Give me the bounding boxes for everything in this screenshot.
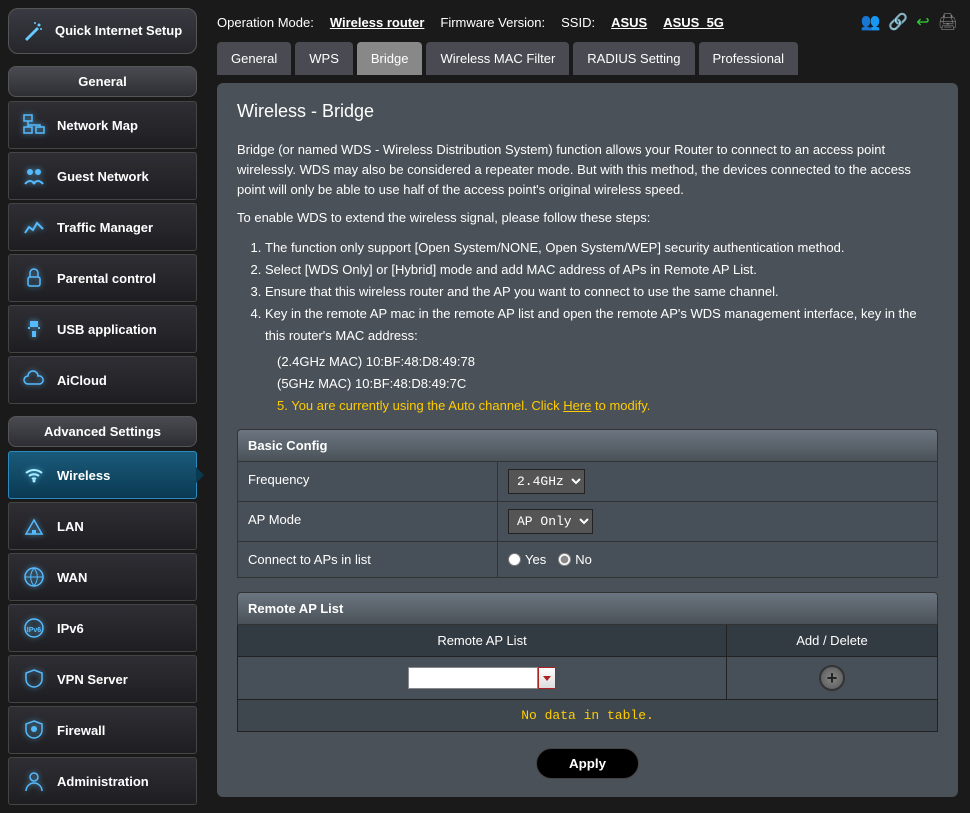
quick-internet-setup[interactable]: Quick Internet Setup xyxy=(8,8,197,54)
nav-label: IPv6 xyxy=(57,621,84,636)
nav-label: Wireless xyxy=(57,468,110,483)
usb-icon[interactable]: ↩ xyxy=(916,12,929,32)
tab-general[interactable]: General xyxy=(217,42,291,75)
auto-channel-warning: 5. You are currently using the Auto chan… xyxy=(277,395,938,417)
add-delete-col: Add / Delete xyxy=(727,625,937,656)
ssid-label: SSID: xyxy=(561,15,595,30)
nav-administration[interactable]: Administration xyxy=(8,757,197,805)
basic-config-header: Basic Config xyxy=(237,429,938,462)
frequency-select[interactable]: 2.4GHz xyxy=(508,469,585,494)
remote-ap-dropdown[interactable] xyxy=(538,667,556,689)
firewall-icon xyxy=(21,717,47,743)
tabs: General WPS Bridge Wireless MAC Filter R… xyxy=(217,42,958,75)
nav-wan[interactable]: WAN xyxy=(8,553,197,601)
mac-24: (2.4GHz MAC) 10:BF:48:D8:49:78 xyxy=(277,351,938,373)
nav-label: AiCloud xyxy=(57,373,107,388)
link-icon[interactable]: 🔗 xyxy=(888,12,908,32)
user-icon[interactable]: 👥 xyxy=(860,12,880,32)
mac-5: (5GHz MAC) 10:BF:48:D8:49:7C xyxy=(277,373,938,395)
nav-ipv6[interactable]: IPv6 IPv6 xyxy=(8,604,197,652)
ssid1[interactable]: ASUS xyxy=(611,15,647,30)
nav-label: Firewall xyxy=(57,723,105,738)
no-data-message: No data in table. xyxy=(237,700,938,732)
op-mode-label: Operation Mode: xyxy=(217,15,314,30)
guest-network-icon xyxy=(21,163,47,189)
panel-desc1: Bridge (or named WDS - Wireless Distribu… xyxy=(237,140,938,200)
step-2: Select [WDS Only] or [Hybrid] mode and a… xyxy=(265,259,938,281)
vpn-server-icon xyxy=(21,666,47,692)
nav-firewall[interactable]: Firewall xyxy=(8,706,197,754)
ap-mode-select[interactable]: AP Only xyxy=(508,509,593,534)
step-3: Ensure that this wireless router and the… xyxy=(265,281,938,303)
printer-icon[interactable]: 🖨 xyxy=(938,12,958,32)
ssid2[interactable]: ASUS_5G xyxy=(663,15,724,30)
nav-parental-control[interactable]: Parental control xyxy=(8,254,197,302)
usb-application-icon xyxy=(21,316,47,342)
nav-vpn-server[interactable]: VPN Server xyxy=(8,655,197,703)
nav-label: LAN xyxy=(57,519,84,534)
remote-ap-header: Remote AP List xyxy=(237,592,938,625)
remote-ap-input[interactable] xyxy=(408,667,538,689)
apply-button[interactable]: Apply xyxy=(536,748,639,779)
tab-bridge[interactable]: Bridge xyxy=(357,42,423,75)
svg-text:IPv6: IPv6 xyxy=(27,627,42,634)
step-4: Key in the remote AP mac in the remote A… xyxy=(265,303,938,347)
nav-wireless[interactable]: Wireless xyxy=(8,451,197,499)
wand-icon xyxy=(21,19,45,43)
nav-label: Network Map xyxy=(57,118,138,133)
tab-radius[interactable]: RADIUS Setting xyxy=(573,42,694,75)
remote-ap-col: Remote AP List xyxy=(238,625,727,656)
nav-label: USB application xyxy=(57,322,157,337)
wan-icon xyxy=(21,564,47,590)
steps-list: The function only support [Open System/N… xyxy=(265,237,938,347)
add-ap-button[interactable]: + xyxy=(819,665,845,691)
administration-icon xyxy=(21,768,47,794)
advanced-header: Advanced Settings xyxy=(8,416,197,447)
traffic-manager-icon xyxy=(21,214,47,240)
tab-mac-filter[interactable]: Wireless MAC Filter xyxy=(426,42,569,75)
qis-label: Quick Internet Setup xyxy=(55,23,182,39)
nav-network-map[interactable]: Network Map xyxy=(8,101,197,149)
nav-aicloud[interactable]: AiCloud xyxy=(8,356,197,404)
panel-title: Wireless - Bridge xyxy=(237,101,938,122)
nav-label: Administration xyxy=(57,774,149,789)
fw-label: Firmware Version: xyxy=(440,15,545,30)
connect-aps-label: Connect to APs in list xyxy=(238,542,498,577)
ipv6-icon: IPv6 xyxy=(21,615,47,641)
wireless-icon xyxy=(21,462,47,488)
frequency-label: Frequency xyxy=(238,462,498,501)
nav-label: Parental control xyxy=(57,271,156,286)
nav-label: WAN xyxy=(57,570,87,585)
nav-label: Guest Network xyxy=(57,169,149,184)
op-mode-value[interactable]: Wireless router xyxy=(330,15,425,30)
general-header: General xyxy=(8,66,197,97)
ap-mode-label: AP Mode xyxy=(238,502,498,541)
nav-guest-network[interactable]: Guest Network xyxy=(8,152,197,200)
tab-professional[interactable]: Professional xyxy=(699,42,799,75)
nav-traffic-manager[interactable]: Traffic Manager xyxy=(8,203,197,251)
step-1: The function only support [Open System/N… xyxy=(265,237,938,259)
lan-icon xyxy=(21,513,47,539)
aicloud-icon xyxy=(21,367,47,393)
nav-lan[interactable]: LAN xyxy=(8,502,197,550)
nav-label: Traffic Manager xyxy=(57,220,153,235)
connect-yes-radio[interactable] xyxy=(508,553,521,566)
network-map-icon xyxy=(21,112,47,138)
nav-usb-application[interactable]: USB application xyxy=(8,305,197,353)
topbar: Operation Mode: Wireless router Firmware… xyxy=(217,8,958,42)
connect-no-radio[interactable] xyxy=(558,553,571,566)
status-icons: 👥 🔗 ↩ 🖨 xyxy=(860,12,958,32)
tab-wps[interactable]: WPS xyxy=(295,42,353,75)
parental-control-icon xyxy=(21,265,47,291)
nav-label: VPN Server xyxy=(57,672,128,687)
panel-desc2: To enable WDS to extend the wireless sig… xyxy=(237,208,938,228)
content-panel: Wireless - Bridge Bridge (or named WDS -… xyxy=(217,83,958,797)
modify-link[interactable]: Here xyxy=(563,398,591,413)
